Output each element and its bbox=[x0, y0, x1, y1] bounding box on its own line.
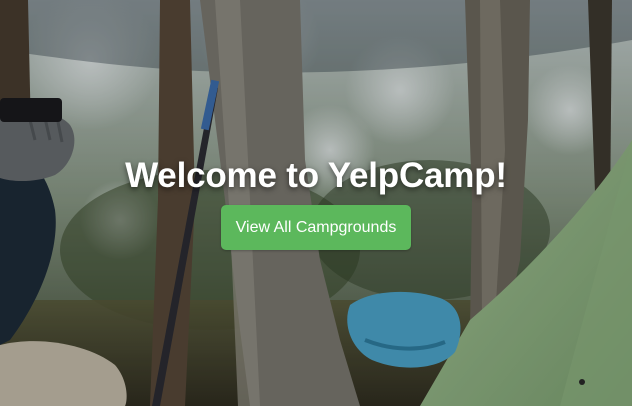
hero-content: Welcome to YelpCamp! View All Campground… bbox=[0, 155, 632, 250]
landing-hero: Welcome to YelpCamp! View All Campground… bbox=[0, 0, 632, 406]
page-title: Welcome to YelpCamp! bbox=[125, 156, 507, 195]
view-all-campgrounds-button[interactable]: View All Campgrounds bbox=[220, 205, 412, 250]
